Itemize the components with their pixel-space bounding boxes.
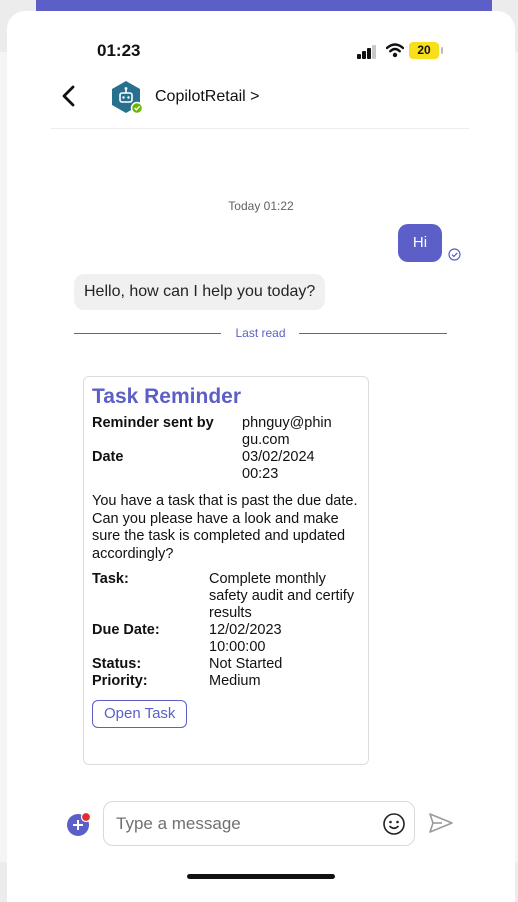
add-attachment-icon[interactable] (66, 811, 92, 837)
status-label: Status: (92, 656, 142, 672)
outgoing-message[interactable]: Hi (398, 224, 442, 262)
status-time: 01:23 (97, 41, 141, 60)
send-icon[interactable] (428, 812, 454, 834)
due-date-value: 12/02/2023 10:00:00 (209, 622, 282, 655)
message-timestamp: Today 01:22 (228, 199, 294, 213)
last-read-divider: Last read (74, 325, 447, 341)
chat-screen: 01:23 20 CopilotRetail > Today 01:22 Hi … (7, 11, 515, 902)
read-receipt-icon (448, 248, 461, 261)
card-message: You have a task that is past the due dat… (92, 493, 358, 562)
last-read-label: Last read (235, 326, 286, 340)
open-task-button[interactable]: Open Task (92, 700, 188, 728)
battery-icon: 20 (409, 42, 443, 59)
task-reminder-card: Task Reminder Reminder sent by phnguy@ph… (83, 376, 369, 765)
due-date-label: Due Date: (92, 622, 160, 638)
date-label: Date (92, 449, 124, 465)
task-value: Complete monthly safety audit and certif… (209, 571, 355, 621)
bot-avatar[interactable] (109, 80, 143, 114)
task-label: Task: (92, 571, 129, 587)
date-value: 03/02/2024 00:23 (242, 449, 315, 482)
home-indicator (187, 874, 335, 879)
header-divider (51, 128, 469, 129)
priority-label: Priority: (92, 673, 148, 689)
reminder-sent-by-row: Reminder sent by phnguy@phin gu.com (92, 415, 360, 449)
signal-icon (357, 45, 379, 59)
message-input-placeholder: Type a message (116, 814, 241, 833)
due-date-row: Due Date: 12/02/2023 10:00:00 (92, 622, 360, 656)
message-input[interactable]: Type a message (103, 801, 415, 846)
priority-value: Medium (209, 673, 261, 689)
status-value: Not Started (209, 656, 283, 672)
task-row: Task: Complete monthly safety audit and … (92, 571, 360, 622)
emoji-icon[interactable] (382, 812, 406, 836)
priority-row: Priority: Medium (92, 673, 360, 690)
status-row: Status: Not Started (92, 656, 360, 673)
back-arrow-icon[interactable] (59, 84, 79, 108)
wifi-icon (386, 43, 404, 58)
date-row: Date 03/02/2024 00:23 (92, 449, 360, 483)
card-title: Task Reminder (92, 385, 241, 408)
reminder-sent-by-value: phnguy@phin gu.com (242, 415, 332, 448)
incoming-message[interactable]: Hello, how can I help you today? (74, 274, 326, 310)
reminder-sent-by-label: Reminder sent by (92, 415, 214, 431)
bot-name-link[interactable]: CopilotRetail > (155, 88, 260, 106)
